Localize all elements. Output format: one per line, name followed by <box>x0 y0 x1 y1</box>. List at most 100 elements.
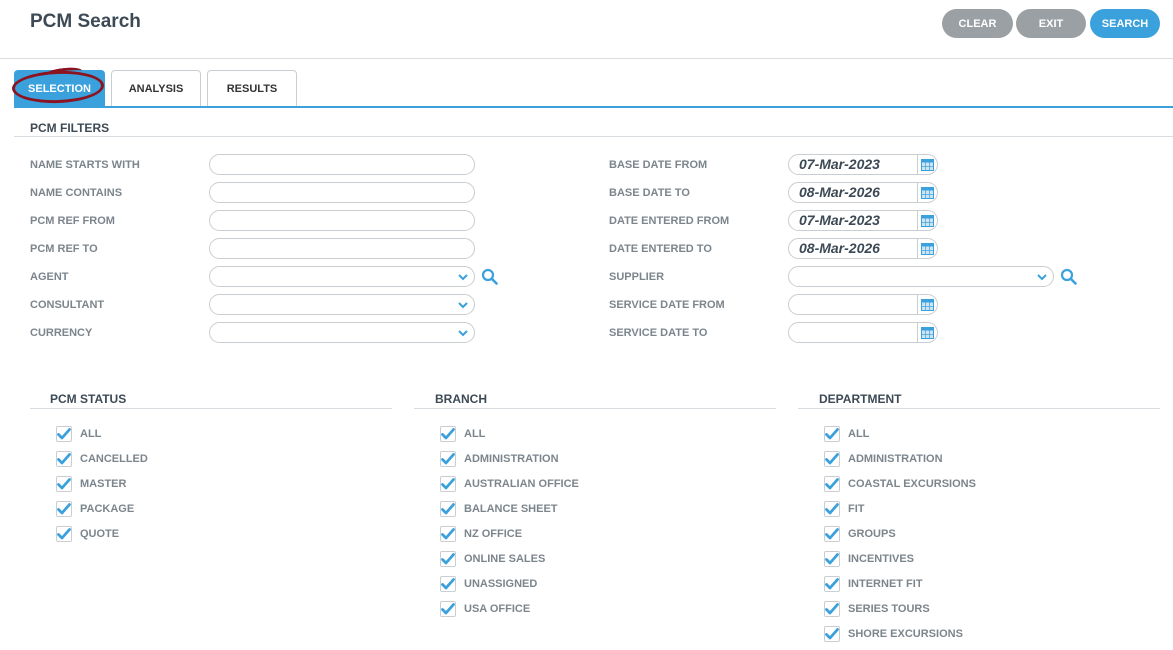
branch-option[interactable]: ALL <box>440 425 485 443</box>
branch-option[interactable]: ONLINE SALES <box>440 550 545 568</box>
checkmark-icon <box>441 453 455 465</box>
branch-option[interactable]: BALANCE SHEET <box>440 500 558 518</box>
service-date-to-calendar-button[interactable] <box>918 322 938 343</box>
pcm-ref-from-input[interactable] <box>209 210 475 231</box>
checkbox[interactable] <box>824 451 840 467</box>
service-date-to-label: SERVICE DATE TO <box>609 327 708 339</box>
checkbox[interactable] <box>824 526 840 542</box>
tab-analysis[interactable]: ANALYSIS <box>111 70 201 107</box>
checkmark-icon <box>441 528 455 540</box>
checkbox[interactable] <box>440 476 456 492</box>
branch-option[interactable]: NZ OFFICE <box>440 525 522 543</box>
department-option[interactable]: ADMINISTRATION <box>824 450 943 468</box>
checkmark-icon <box>57 503 71 515</box>
checkbox[interactable] <box>824 501 840 517</box>
checkbox[interactable] <box>440 451 456 467</box>
checkbox[interactable] <box>824 626 840 642</box>
branch-option[interactable]: UNASSIGNED <box>440 575 537 593</box>
name-starts-with-label: NAME STARTS WITH <box>30 159 140 171</box>
agent-search-icon[interactable] <box>481 268 498 285</box>
checkbox-label: MASTER <box>80 478 127 490</box>
date-entered-from-input[interactable]: 07-Mar-2023 <box>788 210 918 231</box>
service-date-from-input[interactable] <box>788 294 918 315</box>
checkmark-icon <box>441 503 455 515</box>
checkmark-icon <box>57 478 71 490</box>
supplier-search-icon[interactable] <box>1060 268 1077 285</box>
checkbox-label: ALL <box>848 428 870 440</box>
branch-option[interactable]: ADMINISTRATION <box>440 450 559 468</box>
name-contains-input[interactable] <box>209 182 475 203</box>
currency-select[interactable] <box>209 322 475 343</box>
agent-select[interactable] <box>209 266 475 287</box>
checkbox[interactable] <box>56 426 72 442</box>
checkbox[interactable] <box>56 501 72 517</box>
branch-option[interactable]: AUSTRALIAN OFFICE <box>440 475 579 493</box>
consultant-label: CONSULTANT <box>30 299 105 311</box>
checkbox[interactable] <box>824 601 840 617</box>
header-divider <box>0 58 1173 59</box>
pcm-status-option[interactable]: QUOTE <box>56 525 119 543</box>
department-option[interactable]: INCENTIVES <box>824 550 914 568</box>
pcm-status-option[interactable]: CANCELLED <box>56 450 148 468</box>
checkmark-icon <box>825 428 839 440</box>
pcm-status-option[interactable]: ALL <box>56 425 101 443</box>
checkbox[interactable] <box>824 551 840 567</box>
base-date-from-calendar-button[interactable] <box>918 154 938 175</box>
pcm-status-option[interactable]: PACKAGE <box>56 500 134 518</box>
checkmark-icon <box>825 553 839 565</box>
checkbox[interactable] <box>440 576 456 592</box>
department-option[interactable]: FIT <box>824 500 865 518</box>
checkbox[interactable] <box>824 576 840 592</box>
service-date-to-input[interactable] <box>788 322 918 343</box>
checkbox-label: ALL <box>80 428 102 440</box>
checkbox-label: GROUPS <box>848 528 896 540</box>
checkbox[interactable] <box>56 526 72 542</box>
department-option[interactable]: SERIES TOURS <box>824 600 930 618</box>
checkbox[interactable] <box>440 551 456 567</box>
checkmark-icon <box>825 453 839 465</box>
chevron-down-icon <box>458 330 468 337</box>
checkbox[interactable] <box>440 601 456 617</box>
pcm-status-option[interactable]: MASTER <box>56 475 126 493</box>
department-option[interactable]: ALL <box>824 425 869 443</box>
department-option[interactable]: INTERNET FIT <box>824 575 923 593</box>
tab-results[interactable]: RESULTS <box>207 70 297 107</box>
checkbox[interactable] <box>824 476 840 492</box>
checkbox-label: ADMINISTRATION <box>464 453 559 465</box>
checkbox-label: USA OFFICE <box>464 603 531 615</box>
base-date-from-input[interactable]: 07-Mar-2023 <box>788 154 918 175</box>
checkmark-icon <box>825 503 839 515</box>
date-entered-to-calendar-button[interactable] <box>918 238 938 259</box>
checkbox[interactable] <box>440 426 456 442</box>
pcm-status-divider <box>30 408 392 409</box>
checkbox[interactable] <box>440 501 456 517</box>
pcm-filters-title: PCM FILTERS <box>30 121 110 135</box>
pcm-ref-to-input[interactable] <box>209 238 475 259</box>
exit-button[interactable]: EXIT <box>1016 9 1086 38</box>
service-date-from-label: SERVICE DATE FROM <box>609 299 725 311</box>
agent-label: AGENT <box>30 271 69 283</box>
checkbox[interactable] <box>56 476 72 492</box>
base-date-to-calendar-button[interactable] <box>918 182 938 203</box>
name-starts-with-input[interactable] <box>209 154 475 175</box>
department-option[interactable]: SHORE EXCURSIONS <box>824 625 963 643</box>
checkbox[interactable] <box>824 426 840 442</box>
supplier-select[interactable] <box>788 266 1054 287</box>
checkbox[interactable] <box>56 451 72 467</box>
pcm-status-title: PCM STATUS <box>50 392 127 406</box>
date-entered-to-input[interactable]: 08-Mar-2026 <box>788 238 918 259</box>
currency-label: CURRENCY <box>30 327 93 339</box>
clear-button[interactable]: CLEAR <box>942 9 1013 38</box>
department-option[interactable]: COASTAL EXCURSIONS <box>824 475 976 493</box>
tab-selection[interactable]: SELECTION <box>14 70 105 107</box>
department-option[interactable]: GROUPS <box>824 525 896 543</box>
service-date-from-calendar-button[interactable] <box>918 294 938 315</box>
consultant-select[interactable] <box>209 294 475 315</box>
checkbox[interactable] <box>440 526 456 542</box>
branch-option[interactable]: USA OFFICE <box>440 600 530 618</box>
base-date-to-input[interactable]: 08-Mar-2026 <box>788 182 918 203</box>
checkmark-icon <box>825 528 839 540</box>
date-entered-from-calendar-button[interactable] <box>918 210 938 231</box>
search-button[interactable]: SEARCH <box>1090 9 1160 38</box>
checkbox-label: SHORE EXCURSIONS <box>848 628 963 640</box>
